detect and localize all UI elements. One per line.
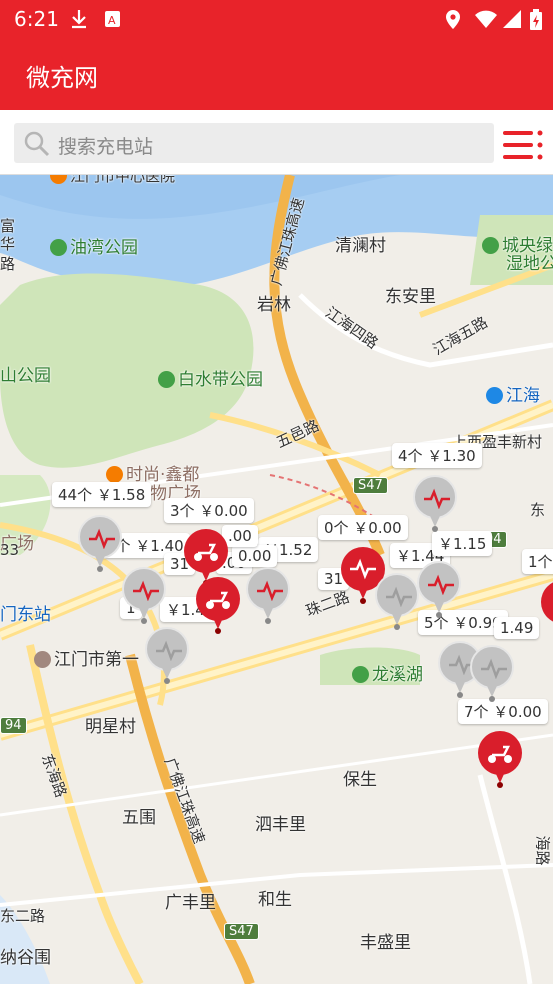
charger-pulse-icon	[257, 580, 283, 602]
map-label: 纳谷围	[0, 948, 51, 968]
scooter-icon	[206, 591, 230, 609]
signal-icon	[503, 10, 521, 28]
map-label: 湿地公	[506, 254, 553, 274]
charger-pulse-icon	[424, 488, 450, 510]
station-marker-gray[interactable]	[417, 561, 461, 621]
station-marker-red[interactable]	[541, 580, 553, 640]
map-label-text: 龙溪湖	[372, 665, 423, 685]
location-icon	[446, 10, 460, 29]
search-placeholder: 搜索充电站	[58, 136, 154, 158]
map-label: 五围	[122, 808, 156, 828]
map-label-park: 龙溪湖	[352, 660, 423, 685]
charger-pulse-icon	[386, 586, 412, 608]
station-marker-gray[interactable]	[375, 573, 419, 633]
status-bar: 6:21 A	[0, 0, 553, 38]
app-notification-icon: A	[105, 11, 120, 27]
station-marker-gray[interactable]	[413, 475, 457, 535]
station-marker-scooter[interactable]	[196, 577, 240, 637]
map-label: 丰盛里	[360, 933, 411, 953]
map-road-label: 东二路	[0, 907, 46, 925]
station-marker-scooter[interactable]	[478, 731, 522, 791]
scooter-icon	[194, 543, 218, 561]
map-label-text: 白水带公园	[178, 370, 263, 390]
map-label: 东	[530, 501, 546, 519]
map-road-label: 海路	[533, 835, 552, 866]
map-label-text: 江门市中心医院	[70, 175, 176, 185]
map-label: 东安里	[385, 287, 436, 307]
svg-text:A: A	[108, 14, 116, 27]
map-label-park: 白水带公园	[158, 365, 263, 390]
search-input[interactable]: 搜索充电站	[14, 123, 494, 163]
app-title: 微充网	[26, 64, 98, 92]
station-info-bubble[interactable]: 1个	[522, 549, 553, 574]
download-icon	[72, 10, 86, 29]
map-label: 和生	[258, 890, 292, 910]
status-time: 6:21	[14, 7, 59, 31]
station-info-bubble[interactable]: 0.00	[232, 545, 278, 567]
station-info-bubble[interactable]: 4个 ￥1.30	[392, 443, 482, 468]
charger-pulse-icon	[156, 640, 182, 662]
list-menu-icon[interactable]	[503, 130, 545, 160]
station-marker-gray[interactable]	[246, 567, 290, 627]
map-label-text: 油湾公园	[70, 238, 138, 258]
park-poi-icon	[352, 666, 369, 683]
map-label-text: 江门市第一	[54, 650, 139, 670]
map-label-metro: 江海	[486, 381, 540, 406]
charger-pulse-icon	[350, 558, 376, 580]
search-bar: 搜索充电站	[0, 110, 553, 175]
station-marker-gray[interactable]	[470, 645, 514, 705]
map-label-text: 江海	[506, 386, 540, 406]
hospital-poi-icon	[50, 175, 67, 184]
map-label: 路	[0, 255, 16, 273]
map-label-hospital: 江门市第一	[34, 645, 139, 670]
map-label: 泗丰里	[255, 815, 306, 835]
map-label: 保生	[343, 770, 377, 790]
hospital-poi-icon	[34, 651, 51, 668]
mall-poi-icon	[106, 466, 123, 483]
app-bar: 微充网	[0, 38, 553, 110]
map-label-hospital: 江门市中心医院	[50, 175, 175, 186]
map-label: 清澜村	[335, 236, 386, 256]
map-label: 明星村	[85, 717, 136, 737]
map-label: 广丰里	[165, 893, 216, 913]
map-label: 华	[0, 235, 16, 253]
map-label: 岩林	[257, 295, 291, 315]
park-poi-icon	[158, 371, 175, 388]
station-marker-gray[interactable]	[122, 567, 166, 627]
station-marker-gray[interactable]	[78, 515, 122, 575]
station-info-bubble[interactable]: 44个 ￥1.58	[52, 482, 152, 507]
station-info-bubble[interactable]: 3个 ￥0.00	[164, 498, 254, 523]
highway-shield: 94	[0, 717, 27, 734]
wifi-icon	[475, 10, 497, 28]
battery-icon	[530, 9, 542, 30]
charger-pulse-icon	[481, 658, 507, 680]
map-view[interactable]: 江门市中心医院 油湾公园 清澜村 城央绿 湿地公 岩林 东安里 江海四路 江海五…	[0, 175, 553, 984]
search-icon	[24, 131, 50, 157]
park-poi-icon	[50, 239, 67, 256]
charger-pulse-icon	[428, 574, 454, 596]
station-info-bubble[interactable]: 1.49	[494, 617, 540, 639]
map-label-park: 油湾公园	[50, 233, 138, 258]
station-info-bubble[interactable]: 0个 ￥0.00	[318, 515, 408, 540]
highway-shield: S47	[224, 923, 259, 940]
map-label: 33	[0, 541, 20, 559]
map-label: 山公园	[0, 366, 51, 386]
scooter-icon	[488, 745, 512, 763]
map-label: 门东站	[0, 605, 51, 625]
charger-pulse-icon	[89, 528, 115, 550]
station-marker-gray[interactable]	[145, 627, 189, 687]
metro-poi-icon	[486, 387, 503, 404]
charger-pulse-icon	[133, 580, 159, 602]
highway-shield: S47	[353, 477, 388, 494]
park-poi-icon	[482, 237, 499, 254]
